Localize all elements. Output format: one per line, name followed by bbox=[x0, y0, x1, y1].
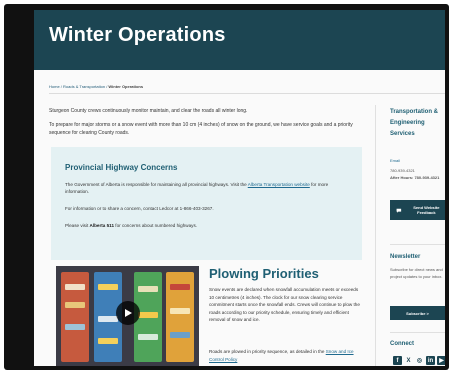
panel-graphic bbox=[170, 284, 190, 290]
facebook-icon[interactable]: f bbox=[393, 356, 402, 365]
panel-graphic bbox=[98, 338, 118, 344]
linkedin-icon[interactable]: in bbox=[426, 356, 435, 365]
panel-graphic bbox=[98, 316, 118, 322]
panel-graphic bbox=[170, 332, 190, 338]
x-icon[interactable]: X bbox=[404, 356, 413, 365]
plowing-title: Plowing Priorities bbox=[209, 266, 319, 281]
panel-graphic bbox=[98, 284, 118, 290]
panel-graphic bbox=[170, 308, 190, 314]
alberta-511-text: Alberta 511 bbox=[89, 223, 115, 228]
priority-panel-red bbox=[61, 272, 89, 362]
after-hours-phone: After Hours: 780-939-4321 bbox=[390, 175, 440, 180]
breadcrumb-home[interactable]: Home bbox=[49, 84, 60, 89]
callout-title: Provincial Highway Concerns bbox=[65, 163, 178, 172]
phone-number[interactable]: 780-939-4321 bbox=[390, 167, 445, 174]
panel-graphic bbox=[138, 334, 158, 340]
newsletter-title: Newsletter bbox=[390, 254, 421, 260]
breadcrumb-section[interactable]: Roads & Transportation bbox=[63, 84, 105, 89]
sidebar-divider bbox=[375, 105, 376, 366]
panel-graphic bbox=[65, 324, 85, 330]
divider bbox=[49, 93, 445, 94]
plowing-paragraph: Roads are plowed in priority sequence, a… bbox=[209, 348, 362, 363]
intro-paragraph: Sturgeon County crews continuously monit… bbox=[49, 108, 248, 114]
alberta-transportation-link[interactable]: Alberta Transportation website bbox=[248, 182, 310, 187]
email-link[interactable]: Email bbox=[390, 157, 445, 164]
newsletter-section: Newsletter Subscribe for direct news and… bbox=[390, 252, 445, 280]
send-feedback-label: Send Website Feedback bbox=[413, 205, 440, 215]
play-icon bbox=[125, 309, 132, 317]
plowing-text: Roads are plowed in priority sequence, a… bbox=[209, 349, 326, 354]
contact-details: Email 780-939-4321 After Hours: 780-939-… bbox=[390, 157, 445, 181]
play-button[interactable] bbox=[116, 301, 140, 325]
web-page: Winter Operations Home / Roads & Transpo… bbox=[34, 10, 445, 366]
plowing-paragraph: Snow events are declared when snowfall a… bbox=[209, 287, 360, 323]
priority-panel-orange bbox=[166, 272, 194, 362]
divider bbox=[390, 332, 445, 333]
highway-callout: Provincial Highway Concerns The Governme… bbox=[51, 147, 362, 260]
page-hero: Winter Operations bbox=[34, 10, 445, 70]
department-title: Transportation & Engineering Services bbox=[390, 109, 439, 137]
panel-graphic bbox=[65, 302, 85, 308]
divider bbox=[390, 244, 445, 245]
send-feedback-button[interactable]: Send Website Feedback bbox=[390, 200, 445, 220]
youtube-icon[interactable]: ▶ bbox=[437, 356, 445, 365]
panel-graphic bbox=[65, 284, 85, 290]
connect-section: Connect bbox=[390, 339, 445, 350]
subscribe-button[interactable]: Subscribe > bbox=[390, 306, 445, 320]
connect-title: Connect bbox=[390, 341, 414, 347]
department-contact: Transportation & Engineering Services bbox=[390, 107, 445, 140]
panel-graphic bbox=[138, 312, 158, 318]
breadcrumb-current: Winter Operations bbox=[108, 84, 144, 89]
callout-text: for concerns about numbered highways. bbox=[114, 223, 198, 228]
panel-graphic bbox=[138, 286, 158, 292]
callout-text: The Government of Alberta is responsible… bbox=[65, 182, 248, 187]
callout-paragraph: Please visit Alberta 511 for concerns ab… bbox=[65, 222, 350, 229]
callout-paragraph: For information or to share a concern, c… bbox=[65, 206, 214, 211]
plowing-video[interactable] bbox=[56, 266, 199, 366]
breadcrumb: Home / Roads & Transportation / Winter O… bbox=[49, 84, 143, 89]
newsletter-text: Subscribe for direct news and project up… bbox=[390, 267, 443, 279]
intro-paragraph: To prepare for major storms or a snow ev… bbox=[49, 122, 353, 136]
callout-text: Please visit bbox=[65, 223, 90, 228]
callout-paragraph: The Government of Alberta is responsible… bbox=[65, 181, 350, 195]
instagram-icon[interactable]: ◎ bbox=[415, 356, 424, 365]
screen-frame: Winter Operations Home / Roads & Transpo… bbox=[4, 4, 449, 370]
page-title: Winter Operations bbox=[49, 24, 226, 46]
feedback-icon bbox=[396, 208, 402, 213]
social-links: f X ◎ in ▶ bbox=[393, 356, 445, 365]
